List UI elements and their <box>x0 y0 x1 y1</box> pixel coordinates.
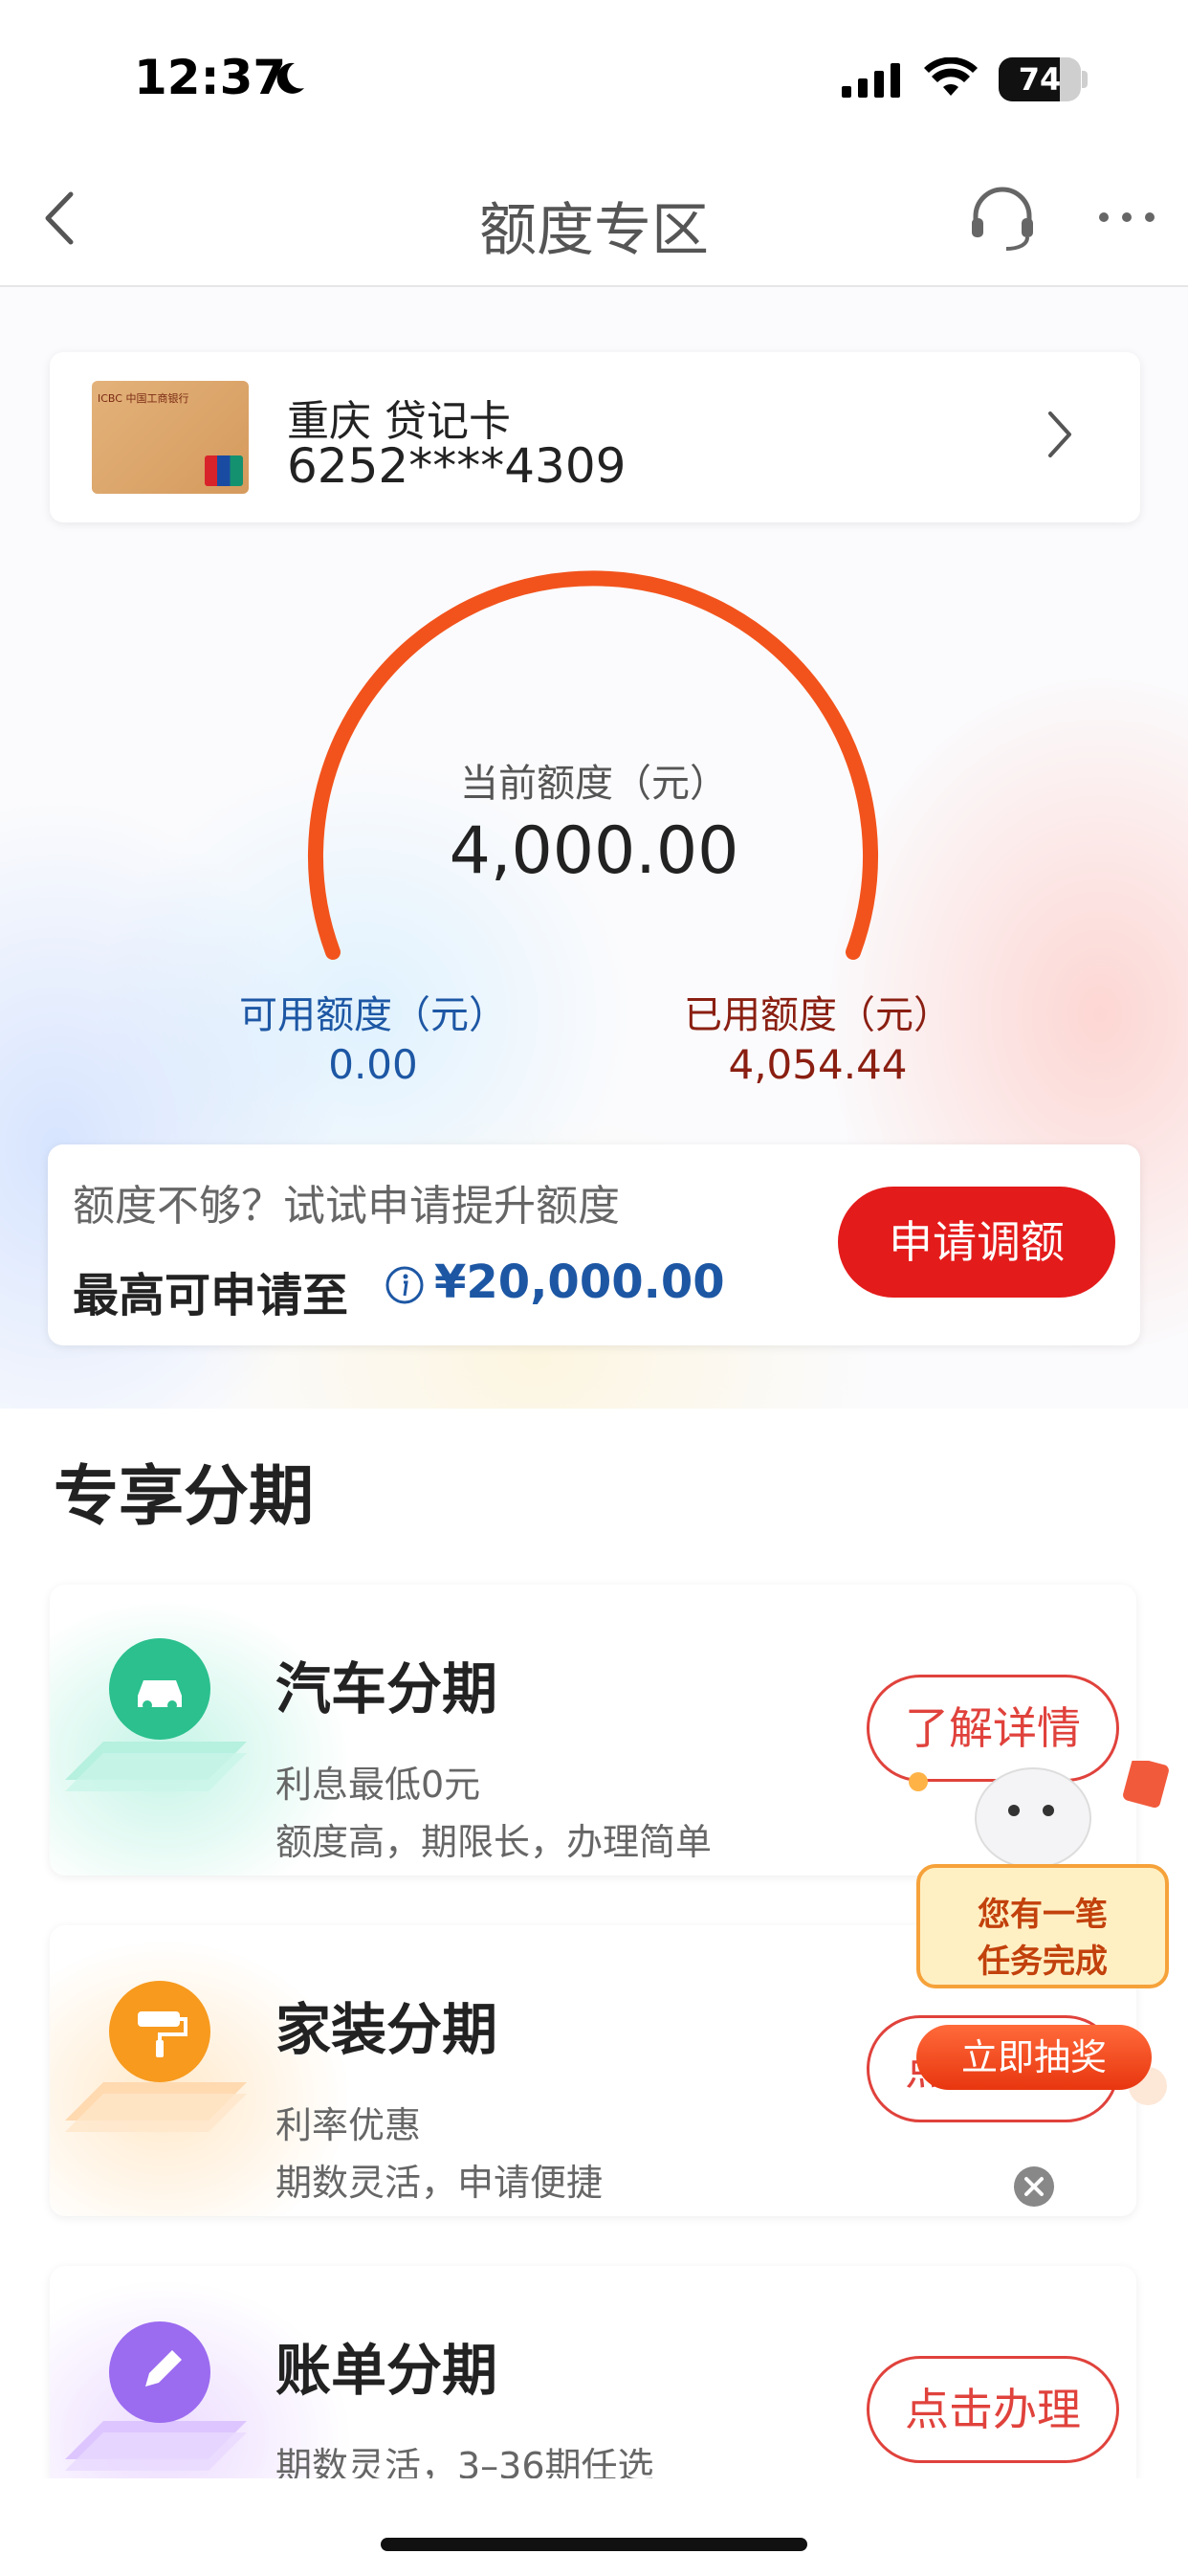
unionpay-logo <box>205 455 243 486</box>
task-text-line2: 任务完成 <box>978 1943 1108 1981</box>
home-indicator[interactable] <box>381 2538 807 2551</box>
promo-hint: 额度不够？试试申请提升额度 <box>73 1182 620 1231</box>
apply-now-button[interactable]: 点击办理 <box>867 2356 1119 2463</box>
plate-decoration <box>65 2082 247 2132</box>
apply-adjust-button[interactable]: 申请调额 <box>838 1187 1115 1298</box>
close-icon[interactable] <box>1012 2165 1056 2209</box>
headset-icon[interactable] <box>966 182 1039 255</box>
plan-title: 汽车分期 <box>275 1656 498 1721</box>
more-icon[interactable] <box>1096 203 1157 232</box>
battery-indicator: 74 <box>999 57 1081 101</box>
info-icon[interactable] <box>385 1265 425 1305</box>
battery-percent: 74 <box>1018 61 1062 98</box>
pencil-icon <box>109 2321 210 2423</box>
status-time: 12:37 <box>134 50 287 105</box>
signal-icon <box>842 63 900 98</box>
wifi-icon <box>924 57 978 96</box>
moon-icon <box>276 62 304 94</box>
paint-roller-icon <box>109 1981 210 2082</box>
plan-desc: 利息最低0元 <box>275 1764 481 1806</box>
plan-desc: 期数灵活，申请便捷 <box>275 2162 604 2204</box>
plan-desc: 额度高，期限长，办理简单 <box>275 1821 713 1863</box>
available-limit-label: 可用额度（元） <box>239 993 507 1037</box>
current-limit-label: 当前额度（元） <box>460 762 728 806</box>
used-limit-label: 已用额度（元） <box>684 993 952 1037</box>
section-title: 专享分期 <box>54 1459 315 1535</box>
task-text-line1: 您有一笔 <box>978 1896 1108 1934</box>
lottery-button[interactable]: 立即抽奖 <box>916 2025 1152 2090</box>
plan-title: 家装分期 <box>275 1997 498 2062</box>
used-limit-value: 4,054.44 <box>728 1041 908 1088</box>
chevron-right-icon[interactable] <box>1043 406 1077 463</box>
card-number: 6252****4309 <box>287 438 627 494</box>
card-bank-text: ICBC 中国工商银行 <box>98 392 189 405</box>
plan-title: 账单分期 <box>275 2338 498 2403</box>
available-limit-value: 0.00 <box>328 1041 418 1088</box>
plate-decoration <box>65 1742 247 1791</box>
battery-tip <box>1082 71 1088 88</box>
car-icon <box>109 1638 210 1740</box>
bottom-safe-area <box>0 2478 1188 2576</box>
promo-max-amount: ¥20,000.00 <box>434 1255 725 1309</box>
promo-max-label: 最高可申请至 <box>73 1269 349 1322</box>
card-image: ICBC 中国工商银行 <box>92 381 249 494</box>
plan-desc: 利率优惠 <box>275 2104 422 2146</box>
current-limit-value: 4,000.00 <box>449 813 739 889</box>
